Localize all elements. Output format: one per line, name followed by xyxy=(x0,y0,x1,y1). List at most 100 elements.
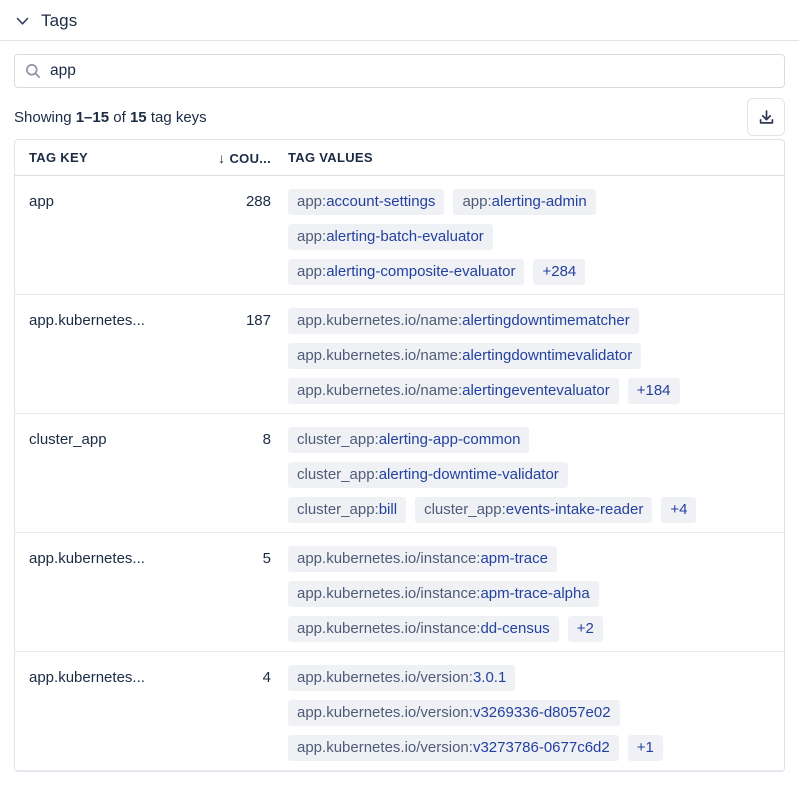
tag-value-value-part: alertingdowntimevalidator xyxy=(462,347,633,364)
search-icon xyxy=(25,63,41,79)
more-values-pill[interactable]: +2 xyxy=(567,616,603,642)
tag-value-value-part: 3.0.1 xyxy=(472,669,507,686)
tag-value-pill[interactable]: app.kubernetes.io/instance: apm-trace xyxy=(288,546,557,572)
tag-key-cell: app.kubernetes... xyxy=(29,669,145,686)
summary-of: of xyxy=(113,108,126,126)
table-row: app.kubernetes... 187 app.kubernetes.io/na… xyxy=(15,295,784,414)
tag-value-key-part: cluster_app: xyxy=(297,466,379,483)
tag-value-line: cluster_app: bill cluster_app: events-intak… xyxy=(288,497,770,523)
tag-values-cell: app.kubernetes.io/name: alertingdowntimem… xyxy=(271,308,784,413)
summary-total: 15 xyxy=(129,108,147,126)
tag-value-pill[interactable]: app.kubernetes.io/version: 3.0.1 xyxy=(288,665,516,691)
search-box[interactable] xyxy=(14,54,785,88)
tag-value-line: app.kubernetes.io/instance: apm-trace xyxy=(288,546,770,572)
column-header-tag-values[interactable]: TAG VALUES xyxy=(271,150,784,165)
tag-value-pill[interactable]: cluster_app: events-intake-reader xyxy=(415,497,653,523)
tag-value-key-part: app.kubernetes.io/instance: xyxy=(297,550,481,567)
tag-value-value-part: alerting-app-common xyxy=(378,431,521,448)
tag-value-key-part: app.kubernetes.io/version: xyxy=(297,669,473,686)
tag-count-cell: 8 xyxy=(262,431,271,448)
section-header[interactable]: Tags xyxy=(0,0,799,40)
summary-showing: Showing xyxy=(14,108,72,126)
tag-value-key-part: app.kubernetes.io/version: xyxy=(297,739,473,756)
tag-value-key-part: cluster_app: xyxy=(297,501,379,518)
tag-value-key-part: app.kubernetes.io/name: xyxy=(297,312,463,329)
more-values-pill[interactable]: +1 xyxy=(627,735,663,761)
tag-value-line: app.kubernetes.io/version: v3269336-d8057… xyxy=(288,700,770,726)
table-header-row: TAG KEY ↓ COU... TAG VALUES xyxy=(15,140,784,176)
tag-value-line: app.kubernetes.io/instance: dd-census +2 xyxy=(288,616,770,642)
tag-value-key-part: app.kubernetes.io/instance: xyxy=(297,585,481,602)
tag-value-value-part: events-intake-reader xyxy=(505,501,644,518)
tag-value-pill[interactable]: cluster_app: alerting-app-common xyxy=(288,427,530,453)
tag-value-key-part: app.kubernetes.io/name: xyxy=(297,382,463,399)
tags-table: TAG KEY ↓ COU... TAG VALUES app 288 app: acc… xyxy=(14,139,785,772)
tag-value-key-part: app: xyxy=(297,228,327,245)
tag-value-pill[interactable]: app.kubernetes.io/name: alertingdowntimev… xyxy=(288,343,642,369)
tag-value-pill[interactable]: app.kubernetes.io/version: v3273786-0677c… xyxy=(288,735,619,761)
tag-value-key-part: app.kubernetes.io/version: xyxy=(297,704,473,721)
chevron-down-icon[interactable] xyxy=(16,17,29,26)
column-header-tag-key[interactable]: TAG KEY xyxy=(15,150,197,165)
tag-value-line: app: account-settings app: alerting-admin xyxy=(288,189,770,215)
sort-descending-icon: ↓ xyxy=(218,149,226,166)
tag-value-line: cluster_app: alerting-downtime-validator xyxy=(288,462,770,488)
tag-value-value-part: alerting-batch-evaluator xyxy=(326,228,484,245)
tag-value-line: app: alerting-batch-evaluator xyxy=(288,224,770,250)
tag-count-cell: 288 xyxy=(245,193,271,210)
tag-value-pill[interactable]: app: alerting-admin xyxy=(453,189,596,215)
tag-value-value-part: apm-trace-alpha xyxy=(480,585,590,602)
download-button[interactable] xyxy=(747,98,785,136)
table-body: app 288 app: account-settings app: alerting-a… xyxy=(15,176,784,771)
tag-value-line: app.kubernetes.io/version: 3.0.1 xyxy=(288,665,770,691)
tag-value-pill[interactable]: cluster_app: alerting-downtime-validator xyxy=(288,462,568,488)
column-header-count[interactable]: ↓ COU... xyxy=(197,150,271,166)
tag-count-cell: 5 xyxy=(262,550,271,567)
tag-values-cell: app.kubernetes.io/version: 3.0.1 app.kuber… xyxy=(271,665,784,770)
tag-count-cell: 4 xyxy=(262,669,271,686)
tag-value-pill[interactable]: app: alerting-composite-evaluator xyxy=(288,259,525,285)
tag-key-cell: app xyxy=(29,193,55,210)
count-header-label: COU... xyxy=(229,150,271,166)
summary-range: 1–15 xyxy=(75,108,110,126)
tag-value-pill[interactable]: app.kubernetes.io/version: v3269336-d8057… xyxy=(288,700,620,726)
tag-value-key-part: app: xyxy=(462,193,492,210)
tags-panel: Tags Showing 1–15 of 15 tag keys xyxy=(0,0,799,788)
tag-value-value-part: apm-trace xyxy=(480,550,548,567)
table-row: cluster_app 8 cluster_app: alerting-app-com… xyxy=(15,414,784,533)
tag-values-cell: cluster_app: alerting-app-common cluster_a… xyxy=(271,427,784,532)
tag-count-cell: 187 xyxy=(245,312,271,329)
tag-values-cell: app: account-settings app: alerting-admin ap… xyxy=(271,189,784,294)
more-values-pill[interactable]: +4 xyxy=(661,497,697,523)
tag-value-value-part: v3273786-0677c6d2 xyxy=(472,739,610,756)
search-input[interactable] xyxy=(50,62,774,80)
tag-value-line: cluster_app: alerting-app-common xyxy=(288,427,770,453)
tag-value-pill[interactable]: app: account-settings xyxy=(288,189,445,215)
tag-value-value-part: alerting-composite-evaluator xyxy=(326,263,516,280)
tag-value-value-part: alerting-downtime-validator xyxy=(378,466,559,483)
tag-key-cell: cluster_app xyxy=(29,431,107,448)
tag-value-value-part: account-settings xyxy=(326,193,436,210)
tag-value-pill[interactable]: app: alerting-batch-evaluator xyxy=(288,224,493,250)
tag-value-value-part: v3269336-d8057e02 xyxy=(472,704,611,721)
summary-suffix: tag keys xyxy=(150,108,207,126)
tag-value-pill[interactable]: app.kubernetes.io/name: alertingeventeval… xyxy=(288,378,619,404)
tag-value-value-part: dd-census xyxy=(480,620,550,637)
tag-key-cell: app.kubernetes... xyxy=(29,312,145,329)
table-row: app.kubernetes... 4 app.kubernetes.io/vers… xyxy=(15,652,784,771)
section-divider xyxy=(0,40,799,41)
tag-value-line: app.kubernetes.io/name: alertingdowntimem… xyxy=(288,308,770,334)
more-values-pill[interactable]: +284 xyxy=(533,259,586,285)
tag-value-pill[interactable]: cluster_app: bill xyxy=(288,497,407,523)
tag-value-pill[interactable]: app.kubernetes.io/instance: apm-trace-alp… xyxy=(288,581,599,607)
more-values-pill[interactable]: +184 xyxy=(627,378,680,404)
tag-value-pill[interactable]: app.kubernetes.io/name: alertingdowntimem… xyxy=(288,308,639,334)
meta-row: Showing 1–15 of 15 tag keys xyxy=(14,98,785,136)
search-area xyxy=(14,54,785,88)
tag-value-value-part: bill xyxy=(378,501,398,518)
tag-value-line: app: alerting-composite-evaluator +284 xyxy=(288,259,770,285)
tag-value-key-part: app.kubernetes.io/instance: xyxy=(297,620,481,637)
tag-value-key-part: app: xyxy=(297,263,327,280)
tag-value-pill[interactable]: app.kubernetes.io/instance: dd-census xyxy=(288,616,559,642)
tag-value-line: app.kubernetes.io/name: alertingdowntimev… xyxy=(288,343,770,369)
